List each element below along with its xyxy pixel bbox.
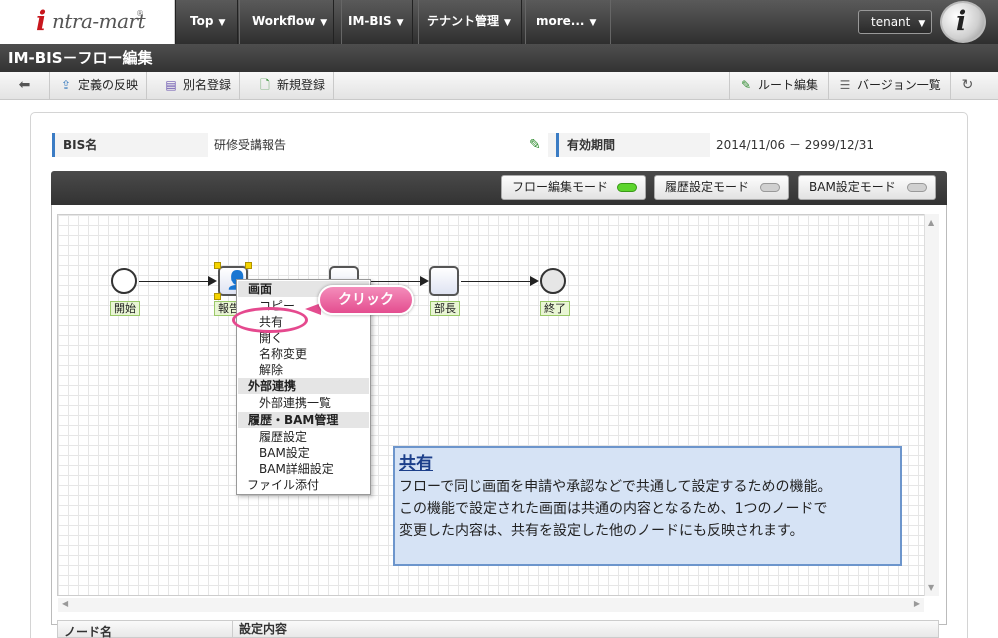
bis-name-label: BIS名	[52, 133, 204, 157]
list-icon: ☰	[839, 78, 851, 92]
end-node[interactable]	[540, 268, 566, 294]
history-mode-button[interactable]: 履歴設定モード	[654, 175, 789, 200]
column-setting: 設定内容	[232, 621, 287, 638]
refresh-icon: ↻	[961, 77, 974, 93]
node-settings-table-header: ノード名 設定内容	[57, 620, 939, 638]
chevron-down-icon: ▼	[218, 18, 226, 28]
menu-item-bam[interactable]: BAM設定	[259, 445, 310, 461]
scroll-up-icon[interactable]: ▲	[928, 218, 934, 227]
arrow-left-icon: ⬅	[18, 77, 31, 93]
back-button[interactable]: ⬅	[0, 72, 50, 99]
arrow-head-icon	[208, 276, 217, 286]
explanation-note: 共有 フローで同じ画面を申請や承認などで共通して設定するための機能。 この機能で…	[393, 446, 902, 566]
flow-edge	[139, 281, 209, 282]
selection-handle[interactable]	[245, 262, 252, 269]
tenant-select[interactable]: tenant ▼	[858, 10, 932, 34]
note-title: 共有	[399, 454, 433, 474]
start-node[interactable]	[111, 268, 137, 294]
logo-text: ntra-mart	[52, 9, 146, 33]
click-callout: クリック	[318, 285, 414, 315]
period-value: 2014/11/06 － 2999/12/31	[710, 133, 945, 157]
selection-handle[interactable]	[214, 293, 221, 300]
chevron-down-icon: ▼	[504, 18, 511, 28]
logo-initial: i	[36, 6, 47, 37]
alias-register-button[interactable]: ▤ 別名登録	[155, 72, 241, 99]
chevron-down-icon: ▼	[589, 18, 597, 28]
intra-mart-logo[interactable]: i ntra-mart ®	[0, 0, 175, 44]
click-highlight-ring	[232, 307, 308, 333]
page-title: IM-BIS－フロー編集	[0, 44, 998, 72]
chevron-down-icon: ▼	[396, 18, 404, 28]
apply-definition-icon: ⇪	[60, 78, 72, 92]
user-menu-icon[interactable]: i	[940, 1, 986, 43]
nav-item-more[interactable]: more... ▼	[521, 0, 612, 44]
mode-indicator-on	[617, 183, 637, 192]
menu-item-attach-file[interactable]: ファイル添付	[247, 477, 319, 493]
nav-item-tenant-admin[interactable]: テナント管理 ▼	[412, 0, 526, 44]
selection-handle[interactable]	[214, 262, 221, 269]
column-node-name: ノード名	[64, 625, 113, 638]
end-node-label: 終了	[540, 301, 570, 316]
new-document-icon: 🗋	[260, 78, 270, 92]
chevron-down-icon: ▼	[918, 19, 926, 29]
note-line: この機能で設定された画面は共通の内容となるため、1つのノードで	[399, 501, 828, 517]
period-label: 有効期間	[556, 133, 706, 157]
mode-indicator-off	[907, 183, 927, 192]
menu-item-external-list[interactable]: 外部連携一覧	[259, 395, 331, 411]
menu-item-bam-detail[interactable]: BAM詳細設定	[259, 461, 334, 477]
route-edit-button[interactable]: ✎ ルート編集	[729, 72, 826, 99]
alias-icon: ▤	[165, 78, 177, 92]
flow-edge	[461, 281, 531, 282]
version-list-button[interactable]: ☰ バージョン一覧	[828, 72, 949, 99]
start-node-label: 開始	[110, 301, 140, 316]
menu-item-history[interactable]: 履歴設定	[259, 429, 307, 445]
chevron-down-icon: ▼	[320, 18, 328, 28]
arrow-head-icon	[530, 276, 539, 286]
scroll-down-icon[interactable]: ▼	[928, 583, 934, 592]
note-line: フローで同じ画面を申請や承認などで共通して設定するための機能。	[399, 479, 832, 495]
nav-item-im-bis[interactable]: IM-BIS ▼	[333, 0, 419, 44]
flow-edit-mode-button[interactable]: フロー編集モード	[501, 175, 646, 200]
nav-item-top[interactable]: Top ▼	[175, 0, 241, 44]
bis-info-bar: BIS名 研修受講報告 有効期間 2014/11/06 － 2999/12/31	[52, 133, 945, 157]
refresh-button[interactable]: ↻	[950, 72, 984, 99]
logo-mark: ®	[136, 9, 144, 18]
arrow-head-icon	[420, 276, 429, 286]
bis-name-value: 研修受講報告	[208, 133, 548, 157]
top-navigation-bar: i ntra-mart ® Top ▼ Workflow ▼ IM-BIS ▼ テナン…	[0, 0, 998, 44]
scroll-left-icon[interactable]: ◀	[62, 599, 68, 608]
edit-pencil-icon[interactable]: ✎	[529, 137, 545, 153]
menu-section-external: 外部連携	[238, 378, 369, 394]
toolbar: ⬅ ⇪ 定義の反映 ▤ 別名登録 🗋 新規登録 ✎ ルート編集 ☰ バージョン一覧 ↻	[0, 72, 998, 100]
bam-mode-button[interactable]: BAM設定モード	[798, 175, 936, 200]
horizontal-scrollbar[interactable]: ◀ ▶	[58, 598, 924, 612]
new-register-button[interactable]: 🗋 新規登録	[249, 72, 335, 99]
manager-node-label: 部長	[430, 301, 460, 316]
nav-item-workflow[interactable]: Workflow ▼	[237, 0, 343, 44]
pencil-icon: ✎	[740, 78, 752, 92]
apply-definition-button[interactable]: ⇪ 定義の反映	[50, 72, 148, 99]
mode-indicator-off	[760, 183, 780, 192]
vertical-scrollbar[interactable]: ▲ ▼	[924, 214, 939, 596]
manager-task-node[interactable]	[429, 266, 459, 296]
menu-item-rename[interactable]: 名称変更	[259, 346, 307, 362]
menu-section-history-bam: 履歴・BAM管理	[238, 412, 369, 428]
scroll-right-icon[interactable]: ▶	[914, 599, 920, 608]
editor-mode-bar: フロー編集モード 履歴設定モード BAM設定モード	[51, 171, 947, 205]
menu-item-release[interactable]: 解除	[259, 362, 283, 378]
note-line: 変更した内容は、共有を設定した他のノードにも反映されます。	[399, 523, 804, 539]
